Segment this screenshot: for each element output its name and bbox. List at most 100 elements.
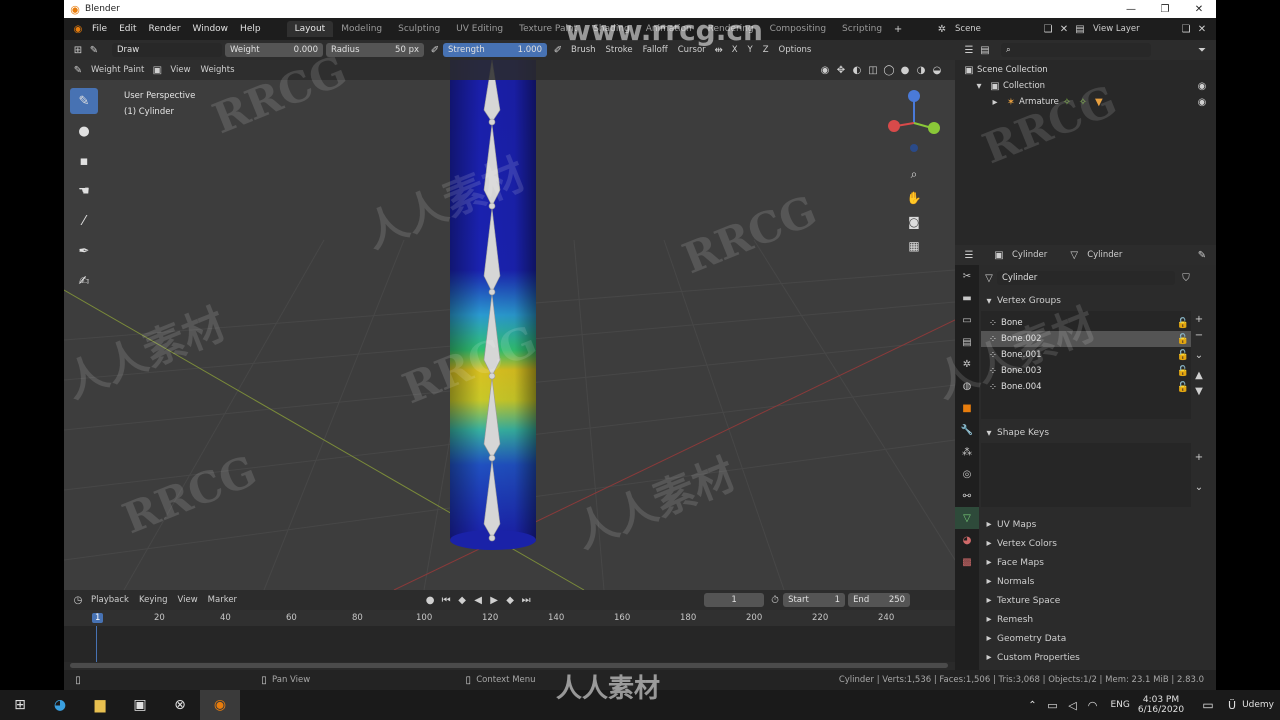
tab-shading[interactable]: Shading (585, 21, 638, 37)
file-explorer-icon[interactable]: ▆ (80, 690, 120, 720)
eye-icon[interactable]: ◉ (1194, 94, 1210, 110)
list-item[interactable]: ⁘ Bone.001 🔓 (981, 347, 1191, 363)
radius-field[interactable]: Radius 50 px (326, 43, 424, 57)
weights-menu[interactable]: Weights (196, 65, 240, 75)
lock-icon[interactable]: 🔓 (1175, 379, 1191, 395)
draw-tool[interactable]: ✎ (70, 88, 98, 114)
gradient-tool[interactable]: ⁄ (70, 208, 98, 234)
average-tool[interactable]: ▪ (70, 148, 98, 174)
xbox-icon[interactable]: ⊗ (160, 690, 200, 720)
smear-tool[interactable]: ☚ (70, 178, 98, 204)
specials-menu-icon[interactable]: ⌄ (1191, 347, 1207, 363)
ortho-grid-icon[interactable]: ▦ (904, 236, 924, 256)
vertex-groups-panel-header[interactable]: ▾ Vertex Groups (981, 291, 1213, 311)
visibility-icon[interactable]: ◉ (817, 62, 833, 78)
tab-world-icon[interactable]: ◍ (955, 375, 979, 397)
marker-menu[interactable]: Marker (203, 595, 242, 605)
keying-menu[interactable]: Keying (134, 595, 173, 605)
panel-uv-maps[interactable]: ▸ UV Maps (981, 515, 1213, 534)
scene-icon[interactable]: ✲ (934, 21, 950, 37)
list-item[interactable]: ⁘ Bone.004 🔓 (981, 379, 1191, 395)
menu-window[interactable]: Window (187, 24, 235, 34)
xray-icon[interactable]: ◫ (865, 62, 881, 78)
end-frame-field[interactable]: End 250 (848, 593, 911, 607)
list-item[interactable]: ⁘ Bone.003 🔓 (981, 363, 1191, 379)
stopwatch-icon[interactable]: ⏱ (767, 592, 783, 608)
outliner-row-collection[interactable]: ▾ ▣ Collection ◉ (955, 78, 1216, 94)
tab-rendering[interactable]: Rendering (700, 21, 762, 37)
editor-type-icon[interactable]: ⊞ (70, 42, 86, 58)
camera-icon[interactable]: ◙ (904, 212, 924, 232)
brush-tool-icon[interactable]: ✎ (86, 42, 102, 58)
weight-field[interactable]: Weight 0.000 (225, 43, 323, 57)
notifications-icon[interactable]: ▭ (1194, 690, 1222, 720)
brush-menu[interactable]: Brush (566, 45, 601, 55)
tab-animation[interactable]: Animation (638, 21, 700, 37)
mirror-icon[interactable]: ⇹ (711, 42, 727, 58)
lock-icon[interactable]: 🔓 (1175, 363, 1191, 379)
tab-modifiers-icon[interactable]: 🔧 (955, 419, 979, 441)
panel-face-maps[interactable]: ▸ Face Maps (981, 553, 1213, 572)
add-vertex-group-icon[interactable]: + (1191, 311, 1207, 327)
tab-output-icon[interactable]: ▭ (955, 309, 979, 331)
outliner-search-input[interactable]: ⌕ (1001, 43, 1151, 57)
solid-shading-icon[interactable]: ● (897, 62, 913, 78)
shape-key-list[interactable]: + ⌄ (981, 443, 1203, 507)
move-up-icon[interactable]: ▲ (1191, 367, 1207, 383)
tab-material-icon[interactable]: ◕ (955, 529, 979, 551)
blur-tool[interactable]: ● (70, 118, 98, 144)
lock-icon[interactable]: 🔓 (1175, 331, 1191, 347)
tab-layout[interactable]: Layout (286, 21, 334, 37)
annotate-tool[interactable]: ✍ (70, 268, 98, 294)
add-workspace-icon[interactable]: + (890, 21, 906, 37)
wireframe-shading-icon[interactable]: ◯ (881, 62, 897, 78)
3d-viewport[interactable]: ⊞ ✎ Draw Weight 0.000 Radius 50 px ✐ Str… (64, 40, 955, 590)
falloff-menu[interactable]: Falloff (638, 45, 673, 55)
record-icon[interactable]: ● (422, 592, 438, 608)
tab-render-icon[interactable]: ▬ (955, 287, 979, 309)
expand-arrow-icon[interactable]: ▸ (987, 94, 1003, 110)
jump-end-icon[interactable]: ⏭ (518, 592, 534, 608)
timeline-view-menu[interactable]: View (173, 595, 203, 605)
tab-object-icon[interactable]: ■ (955, 397, 979, 419)
edge-browser-icon[interactable]: ◕ (40, 690, 80, 720)
shape-key-specials-icon[interactable]: ⌄ (1191, 479, 1207, 495)
close-icon[interactable]: ✕ (1182, 0, 1216, 18)
current-frame-field[interactable]: 1 (704, 593, 765, 607)
view-layer-selector[interactable]: View Layer (1088, 24, 1178, 34)
network-icon[interactable]: ▭ (1043, 690, 1063, 720)
tab-compositing[interactable]: Compositing (762, 21, 834, 37)
play-icon[interactable]: ▶ (486, 592, 502, 608)
remove-scene-icon[interactable]: ✕ (1056, 21, 1072, 37)
outliner-row-scene-collection[interactable]: ▣ Scene Collection (955, 62, 1216, 78)
jump-start-icon[interactable]: ⏮ (438, 592, 454, 608)
panel-custom-properties[interactable]: ▸ Custom Properties (981, 648, 1213, 667)
lock-icon[interactable]: 🔓 (1175, 315, 1191, 331)
tab-modeling[interactable]: Modeling (333, 21, 390, 37)
mirror-z-toggle[interactable]: Z (758, 45, 774, 55)
eye-icon[interactable]: ◉ (1194, 78, 1210, 94)
zoom-icon[interactable]: ⌕ (904, 164, 924, 184)
gizmo-icon[interactable]: ✥ (833, 62, 849, 78)
display-mode-icon[interactable]: ▤ (977, 42, 993, 58)
strength-pressure-icon[interactable]: ✐ (550, 42, 566, 58)
tab-physics-icon[interactable]: ◎ (955, 463, 979, 485)
navigation-gizmo[interactable]: ⌕ ✋ ◙ ▦ (884, 88, 944, 253)
pan-hand-icon[interactable]: ✋ (904, 188, 924, 208)
playhead-label[interactable]: 1 (92, 613, 104, 623)
clock[interactable]: 4:03 PM 6/16/2020 (1138, 695, 1184, 715)
wifi-icon[interactable]: ◠ (1083, 690, 1103, 720)
outliner-editor-icon[interactable]: ☰ (961, 42, 977, 58)
expand-arrow-icon[interactable]: ▾ (971, 78, 987, 94)
remove-vertex-group-icon[interactable]: − (1191, 327, 1207, 343)
sample-weight-tool[interactable]: ✒ (70, 238, 98, 264)
mode-selector[interactable]: Weight Paint (86, 65, 149, 75)
radius-pressure-icon[interactable]: ✐ (427, 42, 443, 58)
options-menu[interactable]: Options (774, 45, 817, 55)
panel-normals[interactable]: ▸ Normals (981, 572, 1213, 591)
tray-up-icon[interactable]: ⌃ (1023, 690, 1043, 720)
rendered-shading-icon[interactable]: ◒ (929, 62, 945, 78)
selection-mask-icon[interactable]: ▣ (149, 62, 165, 78)
tab-tool-icon[interactable]: ✂ (955, 265, 979, 287)
outliner-row-armature[interactable]: ▸ ✶ Armature ✧ ✧ ▼ ◉ (955, 94, 1216, 110)
